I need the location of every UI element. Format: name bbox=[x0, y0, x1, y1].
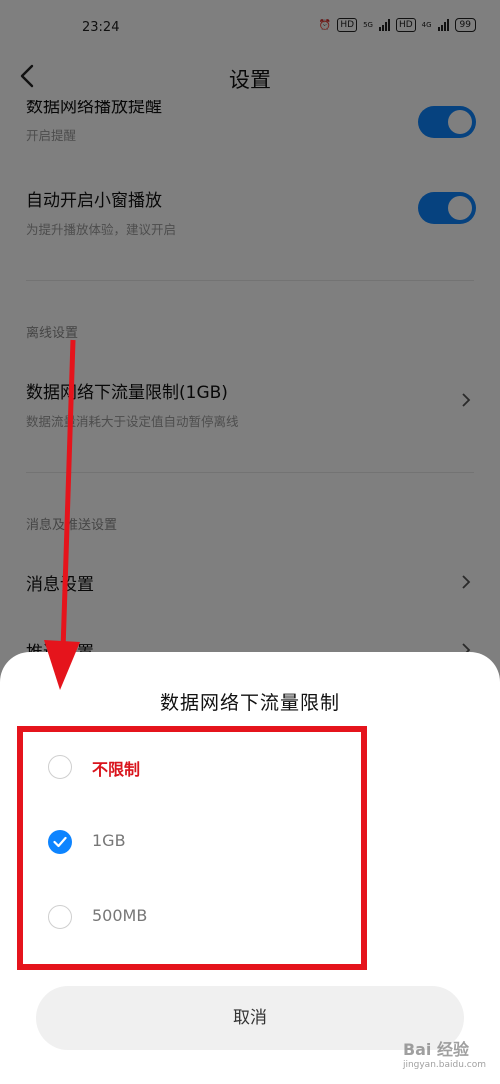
sheet-title: 数据网络下流量限制 bbox=[159, 692, 340, 714]
cancel-button[interactable]: 取消 bbox=[36, 986, 464, 1050]
watermark-logo: Bai 经验 jingyan.baidu.com bbox=[403, 1036, 486, 1070]
watermark-sub: jingyan.baidu.com bbox=[402, 1060, 486, 1070]
annotation-highlight-box bbox=[17, 726, 367, 970]
watermark-text: Bai 经验 bbox=[402, 1040, 469, 1059]
